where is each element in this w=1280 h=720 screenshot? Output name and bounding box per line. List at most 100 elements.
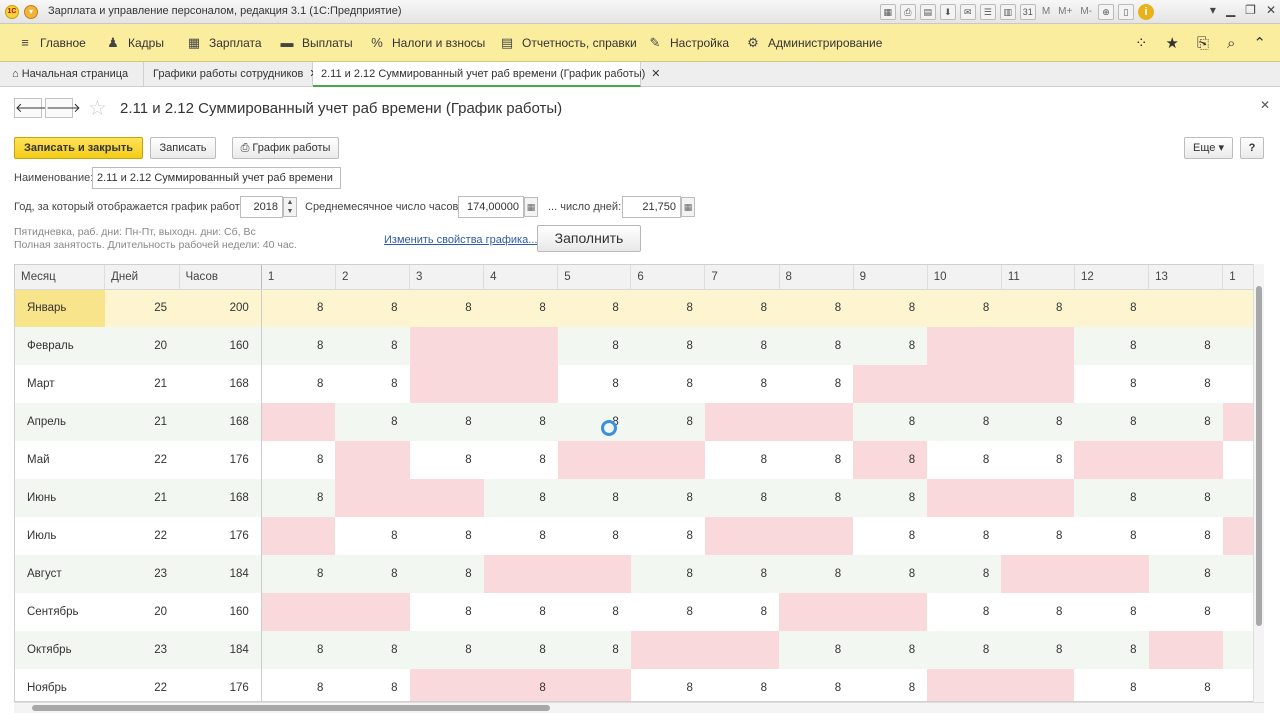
day-cell[interactable]: 8	[1001, 593, 1075, 631]
day-cell[interactable]: 8	[630, 289, 705, 327]
menu-item-admin[interactable]: ⚙ Администрирование	[746, 24, 882, 62]
days-cell[interactable]: 21	[104, 365, 179, 403]
day-cell[interactable]: 8	[704, 593, 780, 631]
panel-icon[interactable]: ▯	[1118, 4, 1134, 20]
favorite-star-icon[interactable]: ☆	[88, 96, 107, 121]
day-cell[interactable]: 8	[927, 403, 1002, 441]
day-cell[interactable]: 8	[1074, 631, 1149, 669]
day-cell[interactable]	[1074, 555, 1149, 593]
day-cell[interactable]: 8	[630, 593, 705, 631]
column-header[interactable]: 12	[1074, 265, 1150, 290]
day-cell[interactable]	[483, 327, 558, 365]
day-cell[interactable]: 8	[261, 555, 336, 593]
restore-icon[interactable]: ❐	[1245, 3, 1256, 17]
day-cell[interactable]: 8	[779, 365, 854, 403]
day-cell[interactable]	[409, 327, 484, 365]
day-cell[interactable]: 8	[261, 479, 336, 517]
day-cell[interactable]	[779, 403, 854, 441]
vertical-scroll-thumb[interactable]	[1256, 286, 1262, 626]
day-cell[interactable]: 8	[927, 517, 1002, 555]
table-row[interactable]: Сентябрь 20 160 8 8 8 8 8 8 8 8 8	[15, 593, 1263, 631]
search-icon[interactable]: ⌕	[1227, 35, 1235, 52]
day-cell[interactable]: 8	[557, 327, 631, 365]
day-cell[interactable]: 8	[853, 555, 928, 593]
table-row[interactable]: Июнь 21 168 8 8 8 8 8 8 8 8 8	[15, 479, 1263, 517]
day-cell[interactable]: 8	[853, 631, 928, 669]
month-cell[interactable]: Март	[15, 365, 105, 403]
day-cell[interactable]: 8	[483, 479, 558, 517]
day-cell[interactable]	[261, 517, 336, 555]
day-cell[interactable]: 8	[1074, 289, 1149, 327]
day-cell[interactable]: 8	[1074, 403, 1149, 441]
memory-m-button[interactable]: M	[1040, 4, 1052, 20]
day-cell[interactable]: 8	[1001, 631, 1075, 669]
month-cell[interactable]: Август	[15, 555, 105, 593]
days-cell[interactable]: 22	[104, 669, 179, 701]
print-icon[interactable]: ⎙	[899, 4, 916, 20]
fill-button[interactable]: Заполнить	[537, 225, 641, 252]
day-cell[interactable]: 8	[927, 593, 1002, 631]
name-field[interactable]: 2.11 и 2.12 Суммированный учет раб време…	[92, 167, 341, 189]
days-cell[interactable]: 22	[104, 441, 179, 479]
preview-icon[interactable]: ▤	[919, 4, 936, 20]
menu-item-reports[interactable]: ▤ Отчетность, справки	[500, 24, 637, 62]
memory-mminus-button[interactable]: M-	[1078, 4, 1094, 20]
app-menu-icon[interactable]: ▾	[24, 5, 38, 19]
day-cell[interactable]: 8	[1148, 365, 1223, 403]
hours-cell[interactable]: 168	[179, 365, 262, 403]
day-cell[interactable]: 8	[483, 403, 558, 441]
column-header[interactable]: 13	[1148, 265, 1224, 290]
back-button[interactable]: 🡐	[14, 98, 50, 118]
month-cell[interactable]: Ноябрь	[15, 669, 105, 701]
tab-home[interactable]: ⌂ Начальная страница	[4, 62, 144, 87]
list-icon[interactable]: ☰	[979, 4, 996, 20]
days-cell[interactable]: 20	[104, 327, 179, 365]
menu-item-taxes[interactable]: % Налоги и взносы	[370, 24, 485, 62]
hours-cell[interactable]: 176	[179, 669, 262, 701]
day-cell[interactable]: 8	[704, 479, 780, 517]
menu-item-hr[interactable]: ♟ Кадры	[106, 24, 164, 62]
day-cell[interactable]: 8	[557, 517, 631, 555]
tab-current-schedule[interactable]: 2.11 и 2.12 Суммированный учет раб време…	[313, 62, 660, 87]
zoom-icon[interactable]: ⊕	[1098, 4, 1114, 20]
month-cell[interactable]: Январь	[15, 289, 105, 327]
day-cell[interactable]: 8	[630, 365, 705, 403]
day-cell[interactable]: 8	[853, 403, 928, 441]
day-cell[interactable]: 8	[1148, 669, 1223, 701]
day-cell[interactable]	[1001, 555, 1075, 593]
hours-cell[interactable]: 160	[179, 593, 262, 631]
day-cell[interactable]: 8	[779, 289, 854, 327]
day-cell[interactable]	[261, 593, 336, 631]
day-cell[interactable]	[779, 517, 854, 555]
hours-cell[interactable]: 168	[179, 403, 262, 441]
days-cell[interactable]: 25	[104, 289, 179, 327]
day-cell[interactable]: 8	[483, 289, 558, 327]
day-cell[interactable]	[704, 403, 780, 441]
calculator-icon[interactable]: ▦	[524, 197, 538, 217]
day-cell[interactable]: 8	[630, 327, 705, 365]
calculator-icon[interactable]: ▦	[681, 197, 695, 217]
day-cell[interactable]: 8	[1148, 593, 1223, 631]
month-cell[interactable]: Февраль	[15, 327, 105, 365]
column-header[interactable]: 1	[261, 265, 336, 290]
day-cell[interactable]: 8	[1074, 365, 1149, 403]
day-cell[interactable]	[557, 555, 631, 593]
day-cell[interactable]: 8	[483, 441, 558, 479]
column-header[interactable]: 4	[483, 265, 559, 290]
calendar-icon[interactable]: 31	[1019, 4, 1036, 20]
day-cell[interactable]	[927, 479, 1002, 517]
day-cell[interactable]: 8	[927, 289, 1002, 327]
horizontal-scroll-thumb[interactable]	[32, 705, 550, 711]
day-cell[interactable]: 8	[1148, 479, 1223, 517]
day-cell[interactable]	[1001, 479, 1075, 517]
column-header[interactable]: 7	[704, 265, 780, 290]
day-cell[interactable]: 8	[779, 631, 854, 669]
day-cell[interactable]	[409, 479, 484, 517]
table-row[interactable]: Февраль 20 160 8 8 8 8 8 8 8 8 8	[15, 327, 1263, 365]
menu-item-main[interactable]: ≡ Главное	[18, 24, 86, 62]
day-cell[interactable]: 8	[1074, 327, 1149, 365]
column-header[interactable]: 5	[557, 265, 632, 290]
grid-icon[interactable]: ▦	[879, 4, 896, 20]
table-row[interactable]: Апрель 21 168 8 8 8 8 8 8 8 8 8 8	[15, 403, 1263, 441]
day-cell[interactable]: 8	[1001, 441, 1075, 479]
